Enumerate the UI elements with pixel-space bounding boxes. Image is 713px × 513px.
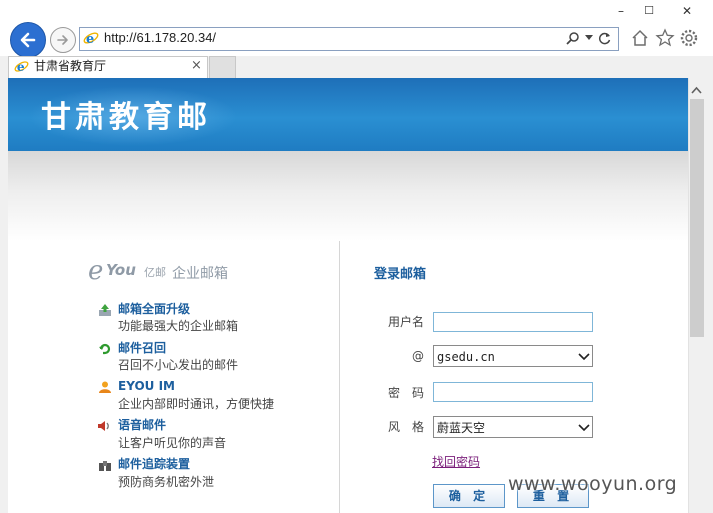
forward-icon: [57, 35, 68, 45]
forgot-password-link[interactable]: 找回密码: [432, 455, 480, 470]
login-title: 登录邮箱: [374, 267, 427, 282]
upgrade-icon: [99, 304, 111, 316]
domain-label: @: [412, 349, 424, 363]
banner-title: 甘肃教育邮: [41, 100, 211, 135]
style-label: 风 格: [387, 420, 424, 434]
eyou-logo-e: e: [88, 256, 104, 286]
address-url[interactable]: http://61.178.20.34/: [104, 30, 216, 46]
column-divider: [339, 241, 340, 513]
search-icon[interactable]: [566, 31, 580, 45]
password-label: 密 码: [387, 386, 424, 400]
forward-button[interactable]: [50, 27, 76, 53]
feature-desc-upgrade: 功能最强大的企业邮箱: [118, 319, 239, 333]
speaker-icon: [98, 421, 109, 431]
scroll-up-icon[interactable]: [690, 84, 703, 98]
ie-logo-icon: e: [83, 32, 99, 46]
im-user-icon: [99, 381, 111, 393]
svg-text:e: e: [17, 60, 25, 74]
feature-desc-im: 企业内部即时通讯，方便快捷: [118, 397, 275, 411]
feature-title-tracking[interactable]: 邮件追踪装置: [118, 457, 190, 472]
style-value: 蔚蓝天空: [437, 421, 486, 435]
feature-desc-tracking: 预防商务机密外泄: [118, 475, 215, 489]
domain-value: gsedu.cn: [437, 350, 495, 364]
minimize-button[interactable]: –: [607, 2, 635, 20]
tab-title[interactable]: 甘肃省教育厅: [34, 59, 106, 74]
confirm-button[interactable]: 确 定: [433, 484, 505, 508]
feature-desc-recall: 召回不小心发出的邮件: [118, 358, 239, 372]
refresh-icon[interactable]: [598, 31, 612, 45]
chevron-down-icon: [578, 353, 590, 361]
tracking-icon: [99, 461, 111, 471]
settings-gear-icon[interactable]: [679, 28, 699, 48]
scrollbar-thumb[interactable]: [690, 99, 704, 337]
home-icon[interactable]: [630, 28, 650, 48]
password-input[interactable]: [433, 382, 593, 402]
dropdown-icon[interactable]: [585, 35, 593, 41]
tab-ie-icon: e: [14, 60, 29, 74]
recall-icon: [99, 343, 111, 355]
header-fade: [8, 151, 688, 241]
watermark: www.wooyun.org: [508, 473, 678, 495]
new-tab-button[interactable]: [209, 56, 236, 78]
favorites-star-icon[interactable]: [655, 28, 675, 48]
feature-title-recall[interactable]: 邮件召回: [118, 341, 166, 356]
svg-text:e: e: [86, 32, 94, 46]
chevron-down-icon: [578, 424, 590, 432]
feature-title-voice[interactable]: 语音邮件: [118, 418, 166, 433]
close-window-button[interactable]: ✕: [670, 2, 704, 20]
eyou-logo-subtitle: 企业邮箱: [172, 266, 228, 282]
username-input[interactable]: [433, 312, 593, 332]
username-label: 用户名: [387, 315, 424, 329]
maximize-button[interactable]: ☐: [635, 2, 663, 20]
feature-title-upgrade[interactable]: 邮箱全面升级: [118, 302, 190, 317]
feature-title-im[interactable]: EYOU IM: [118, 379, 175, 394]
back-icon: [20, 32, 36, 48]
back-button[interactable]: [10, 22, 46, 58]
eyou-logo-you: You: [106, 261, 136, 279]
feature-desc-voice: 让客户听见你的声音: [118, 436, 227, 450]
page-content: 甘肃教育邮 e You 亿邮 企业邮箱 邮箱全面升级 功能最强大的企业邮箱 邮件…: [8, 78, 688, 513]
tab-close-icon[interactable]: ×: [191, 58, 202, 73]
eyou-logo-cn: 亿邮: [144, 266, 166, 279]
